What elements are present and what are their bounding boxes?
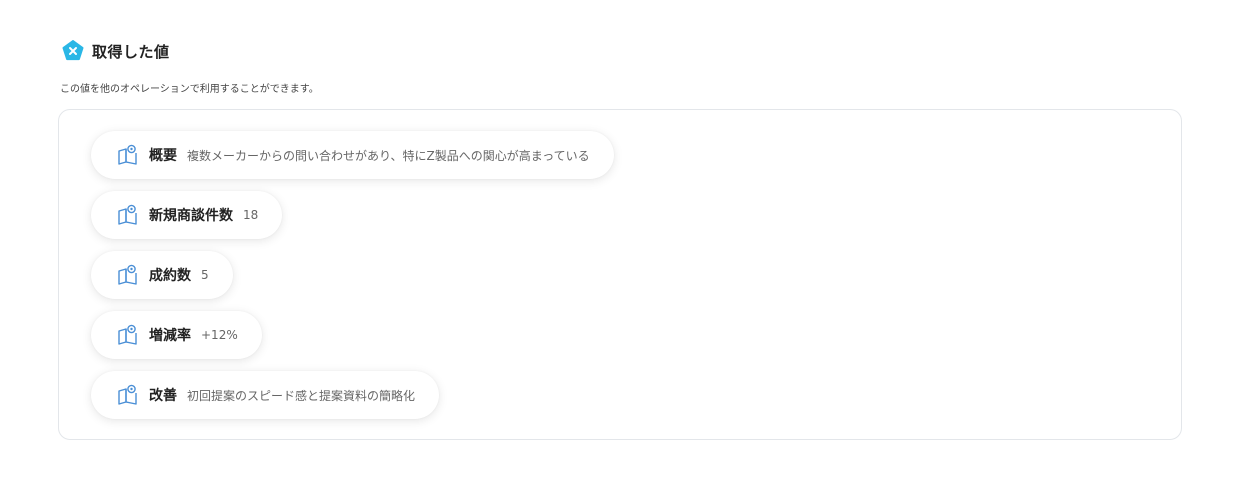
section-description: この値を他のオペレーションで利用することができます。	[60, 84, 319, 95]
chip-value: +12%	[201, 328, 238, 342]
book-pin-icon	[118, 144, 137, 165]
book-pin-icon	[118, 204, 137, 225]
values-panel: 概要 複数メーカーからの問い合わせがあり、特にZ製品への関心が高まっている 新規…	[58, 109, 1182, 440]
chip-value: 18	[243, 208, 259, 222]
chip-label: 成約数	[149, 268, 191, 284]
section-header: 取得した値	[62, 40, 170, 62]
value-chip-closed-deals[interactable]: 成約数 5	[91, 251, 233, 299]
value-chip-new-deals[interactable]: 新規商談件数 18	[91, 191, 283, 239]
acquired-values-section: 取得した値 この値を他のオペレーションで利用することができます。 概要 複数メー…	[0, 0, 1247, 499]
chip-label: 概要	[149, 148, 177, 164]
chip-value: 複数メーカーからの問い合わせがあり、特にZ製品への関心が高まっている	[187, 148, 590, 163]
chip-value: 5	[201, 268, 209, 282]
chip-label: 増減率	[149, 328, 191, 344]
value-chip-summary[interactable]: 概要 複数メーカーからの問い合わせがあり、特にZ製品への関心が高まっている	[91, 131, 614, 179]
chip-label: 新規商談件数	[149, 208, 233, 224]
chip-value: 初回提案のスピード感と提案資料の簡略化	[187, 388, 416, 403]
x-variable-icon	[62, 40, 84, 61]
book-pin-icon	[118, 264, 137, 285]
section-title: 取得した値	[92, 42, 170, 61]
book-pin-icon	[118, 384, 137, 405]
chip-label: 改善	[149, 388, 177, 404]
book-pin-icon	[118, 324, 137, 345]
value-chip-change-rate[interactable]: 増減率 +12%	[91, 311, 262, 359]
value-chip-improvement[interactable]: 改善 初回提案のスピード感と提案資料の簡略化	[91, 371, 440, 419]
